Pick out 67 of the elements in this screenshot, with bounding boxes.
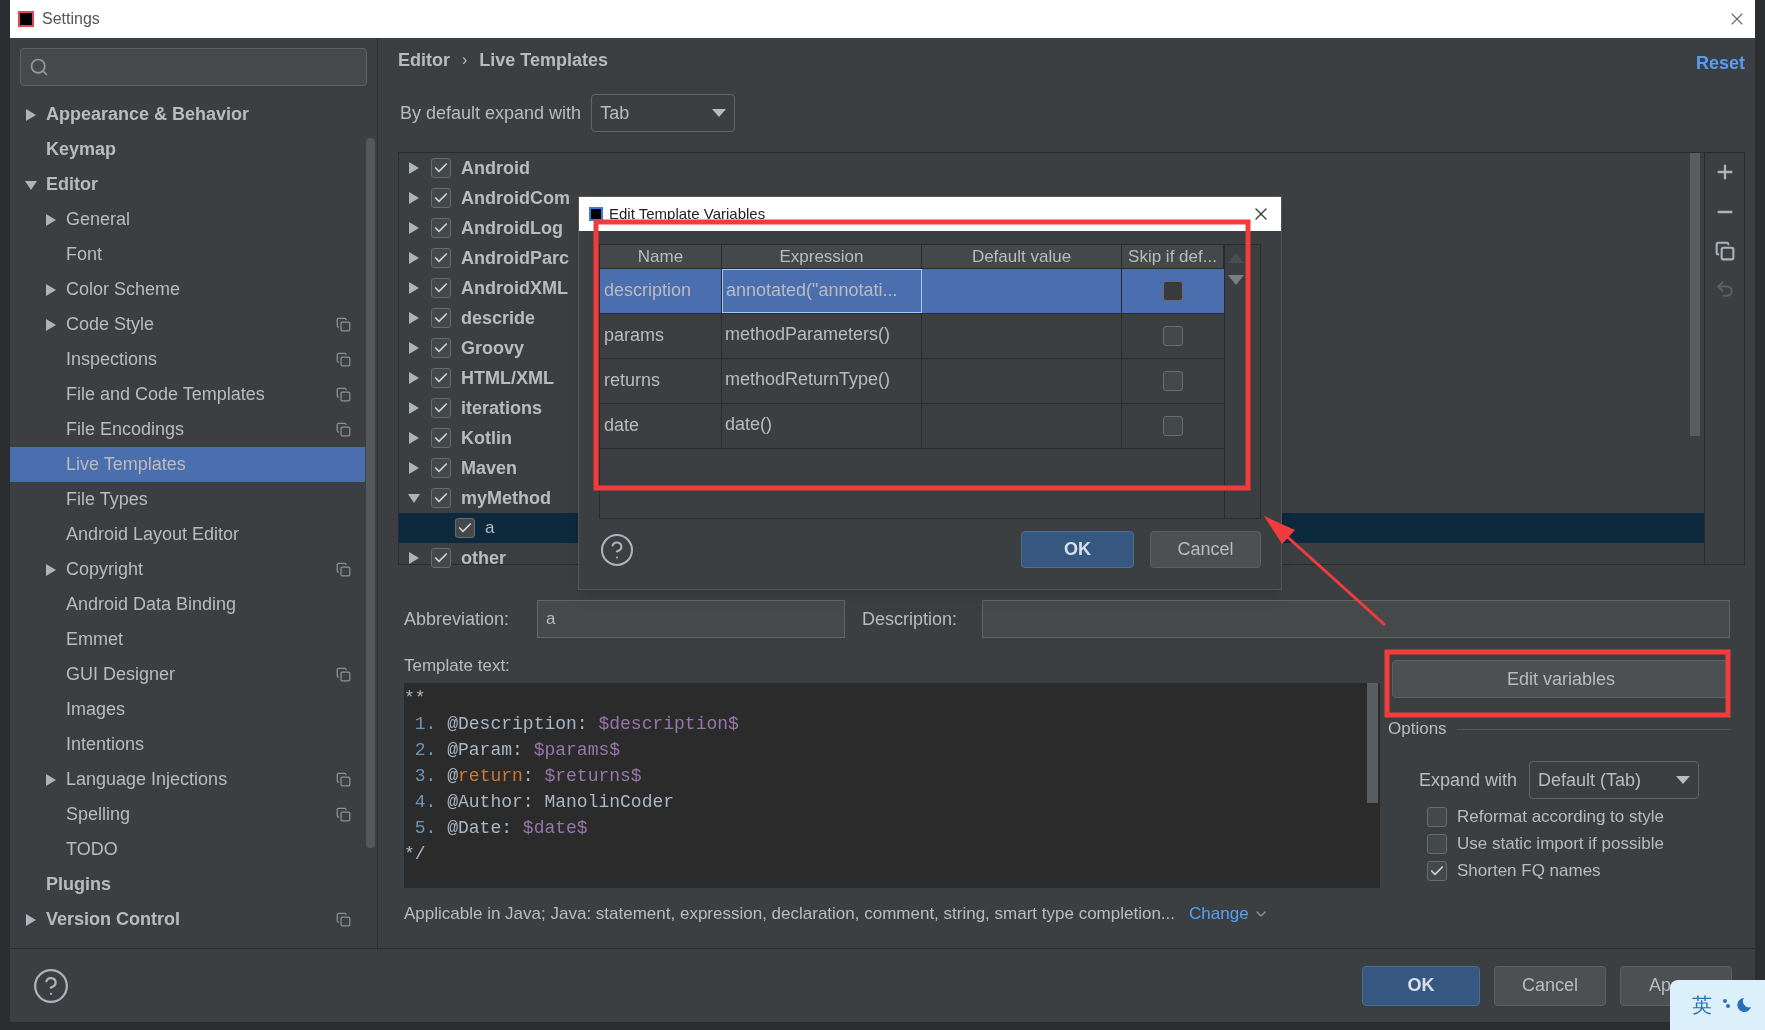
window-title: Settings (42, 9, 100, 29)
template-group-label: AndroidXML (461, 276, 568, 300)
sidebar-item-label: Android Data Binding (66, 593, 238, 616)
dialog-title: Edit Template Variables (609, 203, 766, 224)
ime-language: 英 (1692, 992, 1712, 1019)
code-line: 4. @Author: ManolinCoder (413, 791, 676, 814)
table-cell: annotated("annotati... (722, 269, 922, 313)
table-cell: date() (722, 404, 922, 448)
option-label: Reformat according to style (1457, 805, 1664, 828)
option-label: Use static import if possible (1457, 832, 1664, 855)
code-line: 2. @Param: $params$ (413, 739, 622, 762)
template-group-label: Groovy (461, 336, 525, 360)
table-cell: date (600, 404, 722, 448)
code-line: 3. @return: $returns$ (413, 765, 643, 788)
sidebar-item-label: Inspections (66, 348, 159, 371)
sidebar-item-label: Android Layout Editor (66, 523, 241, 546)
sidebar-item-label: Emmet (66, 628, 124, 651)
template-label: a (485, 517, 495, 540)
sidebar-item-label: Color Scheme (66, 278, 182, 301)
sidebar-item-label: Code Style (66, 313, 156, 336)
expand-with-label: Expand with (1419, 768, 1518, 792)
description-label: Description: (862, 607, 959, 631)
template-group-label: Maven (461, 456, 518, 480)
template-group-label: Kotlin (461, 426, 512, 450)
template-group-label: iterations (461, 396, 543, 420)
sidebar-item-label: File and Code Templates (66, 383, 266, 406)
sidebar-item-label: Language Injections (66, 768, 229, 791)
template-group-label: AndroidParc (461, 246, 570, 270)
template-group-label: myMethod (461, 486, 551, 510)
table-cell: methodReturnType() (722, 359, 922, 403)
table-cell: returns (600, 359, 722, 403)
options-heading: Options (1388, 718, 1447, 741)
template-group-label: descride (461, 306, 536, 330)
code-line: ** (404, 687, 427, 710)
table-cell: description (600, 269, 722, 313)
applicable-text: Applicable in Java; Java: statement, expression, declaration, comment, string, smart type completion... (404, 903, 1176, 926)
option-label: Shorten FQ names (1457, 859, 1601, 882)
table-cell: methodParameters() (722, 314, 922, 358)
sidebar-item-label: File Types (66, 488, 149, 511)
expand-label: By default expand with (400, 101, 582, 125)
sidebar-item-label: General (66, 208, 132, 231)
template-group-label: other (461, 546, 506, 570)
sidebar-item-label: Keymap (46, 138, 118, 161)
sidebar-item-label: Intentions (66, 733, 146, 756)
template-group-label: Android (461, 156, 530, 180)
sidebar-item-label: GUI Designer (66, 663, 177, 686)
template-group-label: AndroidCom (461, 186, 570, 210)
sidebar-item-label: Editor (46, 173, 99, 196)
sidebar-item-label: Copyright (66, 558, 145, 581)
abbreviation-label: Abbreviation: (404, 607, 511, 631)
sidebar-item-label: Plugins (46, 873, 112, 896)
sidebar-item-label: Spelling (66, 803, 132, 826)
code-line: 1. @Description: $description$ (413, 713, 740, 736)
breadcrumb-separator: › (462, 50, 468, 70)
sidebar-item-label: TODO (66, 838, 119, 861)
sidebar-item-label: Font (66, 243, 104, 266)
table-cell: params (600, 314, 722, 358)
sidebar-item-label: File Encodings (66, 418, 186, 441)
template-text-label: Template text: (404, 656, 511, 676)
code-line: 5. @Date: $date$ (413, 817, 589, 840)
sidebar-item-label: Images (66, 698, 127, 721)
sidebar-item-label: Live Templates (66, 453, 187, 476)
template-group-label: HTML/XML (461, 366, 554, 390)
template-group-label: AndroidLog (461, 216, 563, 240)
sidebar-item-label: Version Control (46, 908, 181, 931)
sidebar-item-label: Appearance & Behavior (46, 103, 251, 126)
code-line: */ (404, 843, 427, 866)
